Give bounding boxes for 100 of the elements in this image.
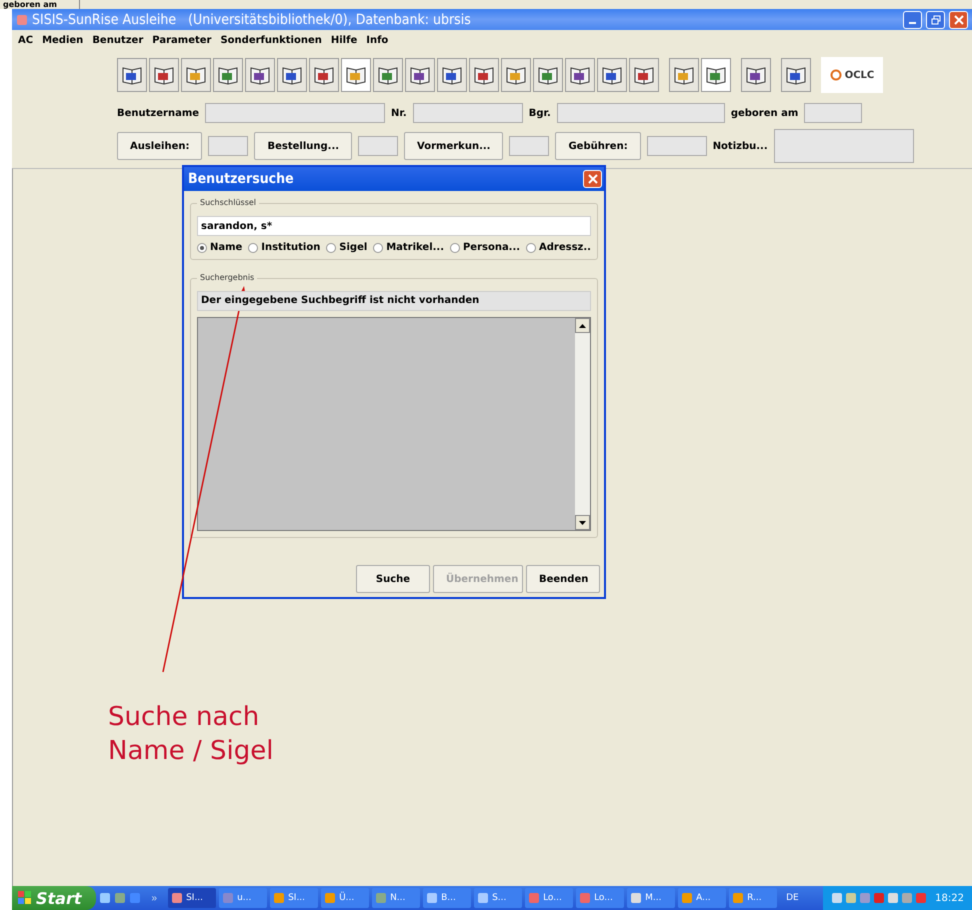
input-field[interactable] — [804, 103, 862, 123]
app-icon — [681, 892, 694, 904]
scrollbar[interactable] — [575, 318, 590, 530]
account-button[interactable]: Vormerkun... — [404, 132, 504, 160]
scroll-up-icon[interactable] — [579, 324, 586, 328]
app-icon — [426, 892, 438, 904]
annotation-text: Suche nach Name / Sigel — [108, 701, 274, 768]
toolbar-button[interactable] — [405, 58, 435, 92]
close-button[interactable] — [949, 10, 968, 28]
count-field — [646, 136, 707, 156]
toolbar-button[interactable] — [213, 58, 243, 92]
menu-item[interactable]: AC — [18, 34, 34, 46]
radio-option[interactable]: Name — [197, 242, 242, 253]
toolbar-button[interactable] — [533, 58, 563, 92]
search-field[interactable]: sarandon, s* — [197, 216, 591, 236]
language-indicator[interactable]: DE — [786, 893, 799, 903]
more-button[interactable]: » — [152, 892, 158, 904]
menu-item[interactable]: Info — [366, 34, 388, 46]
taskbar-button[interactable]: B... — [423, 888, 472, 908]
toolbar-button[interactable] — [669, 58, 699, 92]
taskbar-button[interactable]: Lo... — [576, 888, 624, 908]
radio-option[interactable]: Sigel — [326, 242, 368, 253]
taskbar-button[interactable]: A... — [678, 888, 726, 908]
dialog-title: Benutzersuche — [188, 171, 294, 187]
toolbar-button[interactable] — [741, 58, 771, 92]
toolbar-button[interactable] — [501, 58, 531, 92]
logo: OCLC — [821, 57, 883, 93]
toolbar-button[interactable] — [149, 58, 179, 92]
count-field — [358, 136, 398, 156]
scroll-down-icon[interactable] — [579, 520, 586, 524]
input-field[interactable] — [205, 103, 386, 123]
count-field — [208, 136, 248, 156]
radio-option[interactable]: Institution — [248, 242, 320, 253]
toolbar-button[interactable] — [701, 58, 731, 92]
menu-item[interactable]: Hilfe — [330, 34, 358, 46]
toolbar-button[interactable] — [277, 58, 307, 92]
toolbar-button[interactable] — [373, 58, 403, 92]
restore-icon — [930, 14, 940, 24]
toolbar-button[interactable] — [341, 58, 371, 92]
menu-item[interactable]: Benutzer — [92, 34, 144, 46]
taskbar-button[interactable]: M... — [627, 888, 676, 908]
count-field — [509, 136, 550, 156]
field-label: geboren am — [730, 108, 798, 118]
menu-item[interactable]: Medien — [42, 34, 84, 46]
app-icon — [16, 14, 28, 26]
toolbar-button[interactable] — [469, 58, 499, 92]
restore-button[interactable] — [926, 10, 945, 28]
toolbar-button[interactable] — [629, 58, 659, 92]
toolbar-button[interactable] — [117, 58, 147, 92]
app-icon — [859, 892, 872, 904]
toolbar-button[interactable] — [781, 58, 811, 92]
account-button[interactable]: Gebühren: — [555, 132, 641, 160]
app-icon — [831, 892, 844, 904]
toolbar-button[interactable] — [597, 58, 627, 92]
account-button[interactable]: Bestellung... — [254, 132, 352, 160]
toolbar-button[interactable] — [309, 58, 339, 92]
app-icon — [732, 892, 744, 904]
toolbar-button[interactable] — [437, 58, 467, 92]
close-icon — [954, 14, 964, 24]
taskbar-button[interactable]: SI... — [270, 888, 318, 908]
minimize-icon — [909, 22, 916, 24]
notes-field[interactable] — [774, 129, 914, 163]
dialog-button[interactable]: Beenden — [526, 565, 600, 593]
app-icon — [845, 892, 858, 904]
app-icon — [579, 892, 592, 904]
taskbar-button[interactable]: N... — [372, 888, 420, 908]
menu-item[interactable]: Sonderfunktionen — [220, 34, 322, 46]
taskbar-button[interactable]: R... — [729, 888, 778, 908]
toolbar-button[interactable] — [181, 58, 211, 92]
taskbar-button[interactable]: u... — [219, 888, 268, 908]
close-button[interactable] — [583, 170, 602, 188]
windows-flag-icon — [18, 891, 32, 905]
taskbar-button[interactable]: Ü... — [321, 888, 370, 908]
app-icon — [477, 892, 490, 904]
taskbar-button[interactable]: Lo... — [525, 888, 574, 908]
app-icon — [98, 892, 111, 904]
app-icon — [873, 892, 886, 904]
radio-option[interactable]: Adressz.. — [526, 242, 591, 253]
group-label: Suchschlüssel — [197, 198, 260, 207]
app-icon — [887, 892, 900, 904]
app-icon — [222, 892, 234, 904]
field-label: Bgr. — [528, 108, 551, 118]
minimize-button[interactable] — [903, 10, 922, 28]
input-field[interactable] — [412, 103, 523, 123]
input-field[interactable] — [556, 103, 725, 123]
toolbar-button[interactable] — [245, 58, 275, 92]
dialog-button[interactable]: Suche — [356, 565, 430, 593]
taskbar-button[interactable]: S... — [474, 888, 522, 908]
radio-option[interactable]: Matrikel... — [373, 242, 444, 253]
start-button[interactable]: Start — [12, 886, 96, 910]
field-label: Benutzername — [117, 108, 200, 118]
taskbar-button[interactable]: SI... — [168, 888, 216, 908]
app-icon — [528, 892, 540, 904]
account-button[interactable]: Ausleihen: — [117, 132, 202, 160]
app-icon — [114, 892, 126, 904]
menu-item[interactable]: Parameter — [152, 34, 212, 46]
toolbar-button[interactable] — [565, 58, 595, 92]
radio-option[interactable]: Persona... — [450, 242, 520, 253]
app-icon — [273, 892, 286, 904]
field-label: Nr. — [391, 108, 407, 118]
